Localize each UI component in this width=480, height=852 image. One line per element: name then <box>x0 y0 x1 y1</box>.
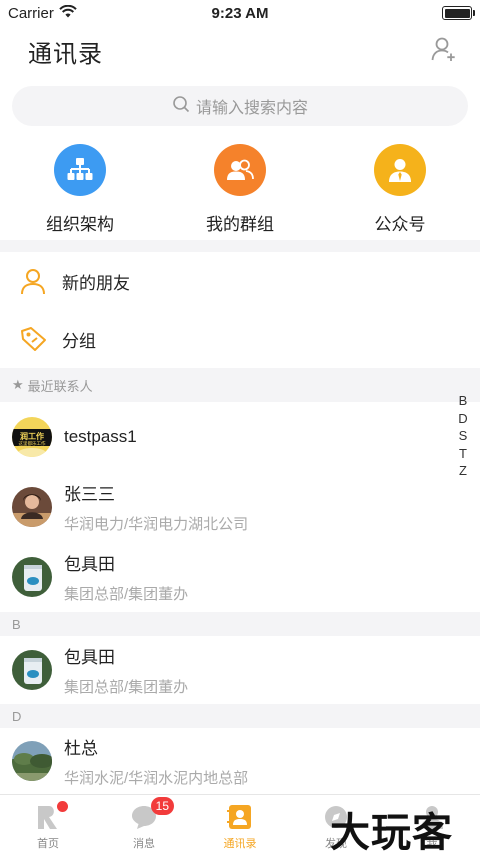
contact-text: 杜总 华润水泥/华润水泥内地总部 <box>64 734 248 788</box>
contact-name: testpass1 <box>64 427 137 446</box>
contact-row[interactable]: 包具田 集团总部/集团董办 <box>0 542 480 612</box>
section-header-d: D <box>0 704 480 728</box>
carrier-label: Carrier <box>8 4 54 22</box>
contact-department: 华润水泥/华润水泥内地总部 <box>64 770 249 787</box>
contact-name: 包具田 <box>64 648 115 667</box>
quick-actions: 组织架构 我的群组 公众号 <box>0 140 480 240</box>
person-add-icon[interactable] <box>430 35 458 68</box>
index-letter[interactable]: D <box>458 410 467 428</box>
index-letter[interactable]: S <box>459 427 468 445</box>
avatar-logo-text: 润工作 <box>20 431 44 441</box>
contact-name: 杜总 <box>64 739 98 758</box>
avatar: 润工作 这里都乐工作 <box>12 417 52 457</box>
contact-department: 集团总部/集团董办 <box>64 586 189 603</box>
status-left: Carrier <box>8 4 77 22</box>
tab-home[interactable]: 首页 <box>0 795 96 852</box>
official-account-label: 公众号 <box>374 215 426 234</box>
alphabet-index[interactable]: B D S T Z <box>456 392 470 480</box>
wifi-icon <box>59 4 77 22</box>
tab-messages[interactable]: 15 消息 <box>96 795 192 852</box>
tab-label: 我 <box>426 838 438 850</box>
avatar <box>12 650 52 690</box>
star-icon: ★ <box>12 377 24 392</box>
unread-badge: 15 <box>150 797 174 815</box>
contacts-icon <box>226 803 254 831</box>
battery-icon <box>442 6 475 20</box>
header: 通讯录 <box>0 28 480 74</box>
contact-name: 包具田 <box>64 555 115 574</box>
contact-row[interactable]: 张三三 华润电力/华润电力湖北公司 <box>0 472 480 542</box>
avatar <box>12 557 52 597</box>
search-input[interactable]: 请输入搜索内容 <box>12 86 468 126</box>
page-title: 通讯录 <box>28 40 103 68</box>
section-header-b: B <box>0 612 480 636</box>
contact-name: 张三三 <box>64 485 115 504</box>
search-icon <box>172 95 190 118</box>
contact-text: 包具田 集团总部/集团董办 <box>64 550 188 604</box>
message-icon: 15 <box>130 797 174 831</box>
my-groups-label: 我的群组 <box>206 215 274 234</box>
avatar <box>12 487 52 527</box>
recent-section-label: 最近联系人 <box>27 378 93 394</box>
tab-label: 发现 <box>325 838 347 850</box>
recent-section-header: ★ 最近联系人 <box>0 368 480 402</box>
me-icon <box>418 803 446 831</box>
tab-label: 首页 <box>37 838 59 850</box>
avatar-logo-subtext: 这里都乐工作 <box>19 440 46 447</box>
org-chart-label: 组织架构 <box>46 215 114 234</box>
contact-row[interactable]: 包具田 集团总部/集团董办 <box>0 636 480 704</box>
contact-row[interactable]: 润工作 这里都乐工作 testpass1 <box>0 402 480 472</box>
groups-label: 分组 <box>62 331 96 351</box>
search-placeholder: 请输入搜索内容 <box>195 100 308 117</box>
group-icon <box>214 144 266 196</box>
discover-icon <box>322 803 350 831</box>
person-icon <box>18 266 48 296</box>
official-account-icon <box>374 144 426 196</box>
contact-row[interactable]: 杜总 华润水泥/华润水泥内地总部 <box>0 728 480 794</box>
index-letter[interactable]: T <box>459 445 467 463</box>
org-chart-button[interactable]: 组织架构 <box>0 140 160 240</box>
contact-department: 集团总部/集团董办 <box>64 679 189 696</box>
home-icon <box>34 801 68 831</box>
tab-label: 通讯录 <box>223 838 257 850</box>
contact-department: 华润电力/华润电力湖北公司 <box>64 516 249 533</box>
new-friends-label: 新的朋友 <box>62 273 130 293</box>
avatar <box>12 741 52 781</box>
index-letter[interactable]: Z <box>459 462 467 480</box>
groups-row[interactable]: 分组 <box>0 310 480 368</box>
contact-text: 包具田 集团总部/集团董办 <box>64 643 188 697</box>
notification-dot <box>57 801 68 812</box>
index-letter[interactable]: B <box>459 392 468 410</box>
status-bar: Carrier 9:23 AM <box>0 0 480 26</box>
section-letter: D <box>12 708 22 724</box>
contact-text: testpass1 <box>64 427 137 447</box>
tag-icon <box>18 324 48 354</box>
tab-label: 消息 <box>133 838 155 850</box>
tab-discover[interactable]: 发现 <box>288 795 384 852</box>
official-account-button[interactable]: 公众号 <box>320 140 480 240</box>
contact-text: 张三三 华润电力/华润电力湖北公司 <box>64 480 248 534</box>
section-letter: B <box>12 616 21 632</box>
tab-contacts[interactable]: 通讯录 <box>192 795 288 852</box>
divider <box>0 240 480 252</box>
tab-bar: 首页 15 消息 通讯录 发现 我 <box>0 794 480 852</box>
tab-me[interactable]: 我 <box>384 795 480 852</box>
my-groups-button[interactable]: 我的群组 <box>160 140 320 240</box>
new-friends-row[interactable]: 新的朋友 <box>0 252 480 310</box>
org-chart-icon <box>54 144 106 196</box>
